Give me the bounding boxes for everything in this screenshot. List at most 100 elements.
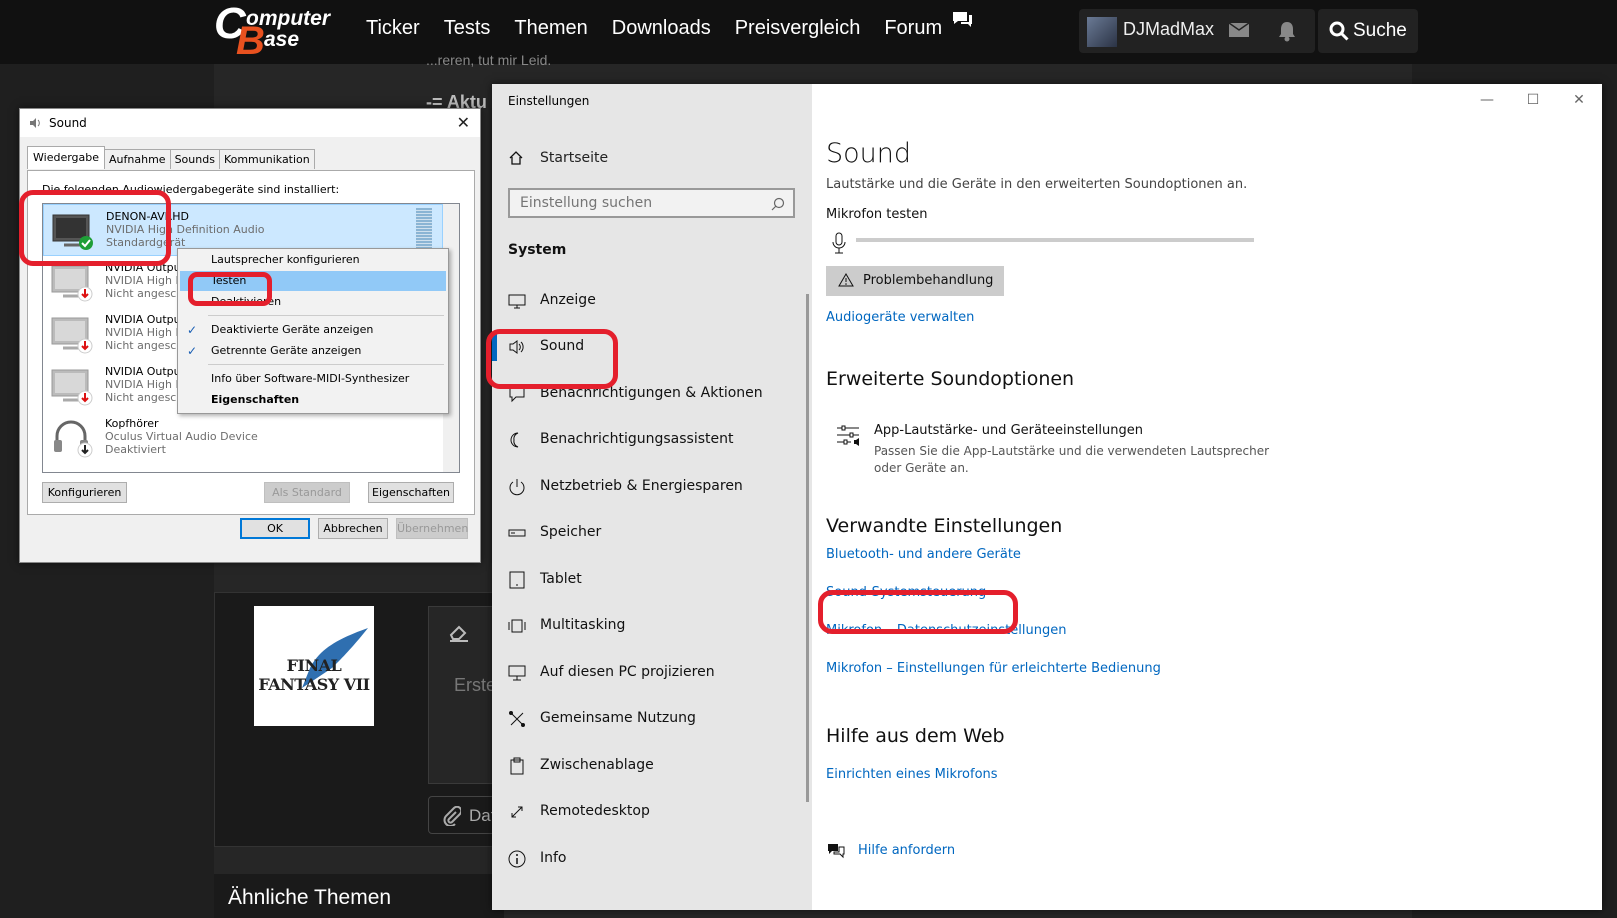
section-title: System [508,242,567,258]
nav-remotedesktop[interactable]: Remotedesktop [492,789,812,835]
editor-placeholder: Erste [454,675,497,695]
notification-icon [509,386,525,403]
site-nav: Ticker Tests Themen Downloads Preisvergl… [366,17,966,40]
site-header: C B omputer ase Ticker Tests Themen Down… [0,0,1617,64]
mic-accessibility-link[interactable]: Mikrofon – Einstellungen für erleichtert… [826,661,1161,676]
mic-level-bar [856,238,1254,242]
nav-benachrichtigungen[interactable]: Benachrichtigungen & Aktionen [492,371,812,417]
app-volume-icon [837,425,859,446]
search-input[interactable] [510,190,750,216]
checkmark-icon: ✓ [187,344,198,358]
nav-multitasking[interactable]: Multitasking [492,603,812,649]
active-indicator [492,333,497,361]
sound-control-panel-link[interactable]: Sound-Systemsteuerung [826,585,986,600]
troubleshoot-button[interactable]: Problembehandlung [826,266,1004,296]
remote-icon [511,806,523,818]
menu-show-disconnected[interactable]: ✓ Getrennte Geräte anzeigen [180,341,446,361]
nav-themen[interactable]: Themen [514,17,587,40]
power-icon [509,479,525,496]
bell-icon[interactable] [1277,20,1297,42]
nav-zwischenablage[interactable]: Zwischenablage [492,743,812,789]
menu-configure-speakers[interactable]: Lautsprecher konfigurieren [180,250,446,270]
nav-sound[interactable]: Sound [492,324,812,370]
menu-separator [208,315,444,316]
nav-tablet[interactable]: Tablet [492,557,812,603]
sound-tabs: Wiedergabe Aufnahme Sounds Kommunikation [27,146,315,169]
nav-preisvergleich[interactable]: Preisvergleich [735,17,861,40]
post-text-fragment: ...reren, tut mir Leid. [426,52,552,68]
mic-privacy-link[interactable]: Mikrofon – Datenschutzeinstellungen [826,623,1066,638]
nav-benachrichtigungsassistent[interactable]: Benachrichtigungsassistent [492,417,812,463]
tab-kommunikation[interactable]: Kommunikation [218,149,315,169]
bluetooth-devices-link[interactable]: Bluetooth- und andere Geräte [826,547,1021,562]
checkmark-icon: ✓ [187,323,198,337]
nav-ticker[interactable]: Ticker [366,17,420,40]
search-button[interactable]: Suche [1318,9,1418,53]
paperclip-icon [443,806,461,826]
nav-downloads[interactable]: Downloads [612,17,711,40]
nav-projizieren[interactable]: Auf diesen PC projizieren [492,650,812,696]
nav-tests[interactable]: Tests [444,17,491,40]
menu-midi-info[interactable]: Info über Software-MIDI-Synthesizer [180,369,446,389]
search-icon [771,197,785,211]
manage-audio-devices-link[interactable]: Audiogeräte verwalten [826,310,974,325]
device-item[interactable]: Kopfhörer Oculus Virtual Audio Device De… [43,412,443,464]
share-icon [509,711,525,727]
multitasking-icon [508,619,526,633]
menu-disable[interactable]: Deaktivieren [180,292,446,312]
tab-aufnahme[interactable]: Aufnahme [104,149,171,169]
warning-icon [838,273,854,287]
related-heading: Verwandte Einstellungen [826,515,1063,537]
nav-info[interactable]: Info [492,836,812,882]
nav-netzbetrieb[interactable]: Netzbetrieb & Energiesparen [492,464,812,510]
nav-speicher[interactable]: Speicher [492,510,812,556]
computerbase-logo[interactable]: C B omputer ase [214,0,344,63]
nav-anzeige[interactable]: Anzeige [492,278,812,324]
get-help-link[interactable]: Hilfe anfordern [858,843,955,858]
chat-icon[interactable] [951,10,973,28]
mail-icon[interactable] [1229,23,1249,37]
menu-properties[interactable]: Eigenschaften [180,390,446,410]
setup-mic-link[interactable]: Einrichten eines Mikrofons [826,767,998,782]
devices-intro: Die folgenden Audiowiedergabegeräte sind… [42,183,340,196]
forum-avatar: FINAL FANTASY VII [254,606,374,726]
settings-search[interactable] [508,188,795,218]
tab-sounds[interactable]: Sounds [169,149,220,169]
close-icon[interactable]: ✕ [457,113,470,132]
sidebar-scrollbar[interactable] [806,294,809,802]
clipboard-icon [510,757,524,775]
eraser-icon[interactable] [448,624,470,642]
nav-gemeinsame-nutzung[interactable]: Gemeinsame Nutzung [492,696,812,742]
headphones-icon [54,420,93,458]
tab-wiedergabe[interactable]: Wiedergabe [27,146,106,169]
username: DJMadMax [1123,19,1215,39]
home-icon [509,151,523,165]
cancel-button[interactable]: Abbrechen [318,518,388,539]
monitor-icon [51,317,93,354]
set-default-button[interactable]: Als Standard [264,482,350,503]
speaker-icon [509,340,524,354]
attach-files-button[interactable]: Dat [428,796,498,834]
search-icon [1329,21,1349,41]
configure-button[interactable]: Konfigurieren [42,482,127,503]
similar-threads-heading: Ähnliche Themen [214,874,504,918]
nav-forum[interactable]: Forum [884,17,942,40]
user-menu[interactable]: DJMadMax [1079,9,1315,53]
device-context-menu: Lautsprecher konfigurieren Testen Deakti… [177,248,449,414]
apply-button[interactable]: Übernehmen [396,518,468,539]
sound-icon [30,118,40,128]
info-icon [508,850,526,868]
menu-separator [208,364,444,365]
nav-home[interactable]: Startseite [508,150,608,166]
menu-show-disabled[interactable]: ✓ Deaktivierte Geräte anzeigen [180,320,446,340]
advanced-heading: Erweiterte Soundoptionen [826,368,1075,390]
moon-icon [510,432,519,448]
web-help-heading: Hilfe aus dem Web [826,725,1005,747]
ok-button[interactable]: OK [240,518,310,539]
storage-icon [508,529,526,537]
display-icon [508,294,526,309]
menu-test[interactable]: Testen [180,271,446,291]
app-volume-title[interactable]: App-Lautstärke- und Geräteeinstellungen [874,423,1143,438]
sound-dialog-titlebar: Sound ✕ [20,109,480,137]
properties-button[interactable]: Eigenschaften [368,482,454,503]
